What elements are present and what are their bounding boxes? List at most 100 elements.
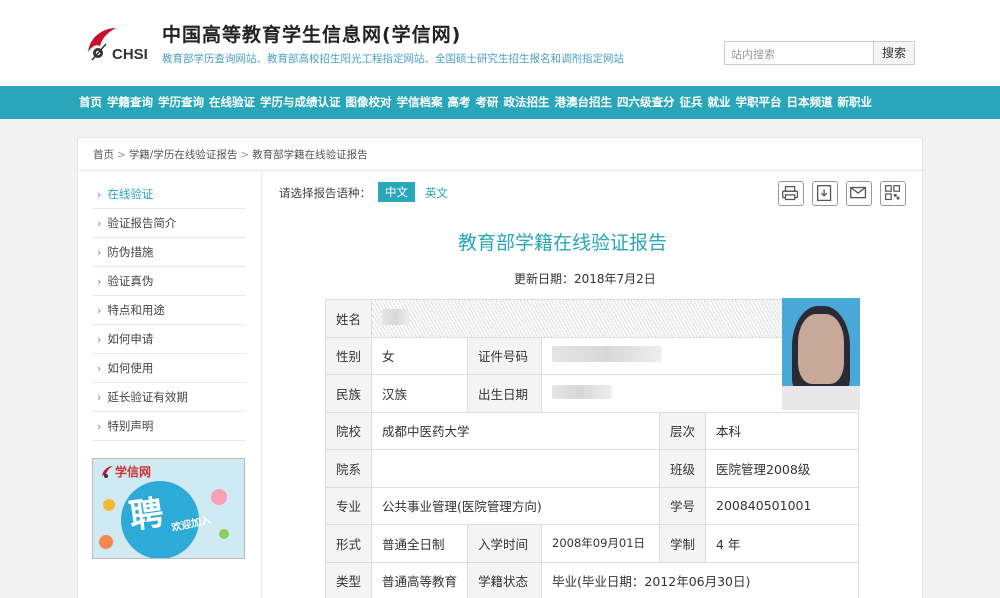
level-label: 层次 bbox=[659, 411, 706, 450]
banner-headline: 聘 bbox=[126, 492, 167, 538]
sidebar-item-label: 特别声明 bbox=[107, 419, 154, 433]
chevron-right-icon: › bbox=[97, 217, 102, 230]
nav-item[interactable]: 在线验证 bbox=[209, 86, 255, 119]
lang-label: 请选择报告语种： bbox=[279, 186, 371, 200]
sidebar-menu: › 在线验证 › 验证报告简介 › 防伪措施 › 验证真伪 › 特点和用途 › 如何申请 › 如何使用 › 延… bbox=[92, 180, 246, 441]
dept-label: 院系 bbox=[325, 449, 372, 488]
nav-item[interactable]: 首页 bbox=[79, 86, 102, 119]
sidebar-item-label: 验证报告简介 bbox=[107, 216, 177, 230]
sidebar-item-label: 特点和用途 bbox=[107, 303, 165, 317]
student-no-label: 学号 bbox=[659, 486, 706, 525]
sidebar-item[interactable]: › 如何申请 bbox=[92, 325, 246, 354]
level-value: 本科 bbox=[705, 411, 859, 450]
nav-item[interactable]: 就业 bbox=[708, 86, 731, 119]
ethnicity-label: 民族 bbox=[325, 374, 372, 413]
major-label: 专业 bbox=[325, 486, 372, 525]
nav-item[interactable]: 四六级查分 bbox=[617, 86, 675, 119]
nav-item[interactable]: 学历查询 bbox=[158, 86, 204, 119]
print-button[interactable] bbox=[778, 181, 804, 206]
site-subtitle: 教育部学历查询网站、教育部高校招生阳光工程指定网站、全国硕士研究生招生报名和调剂… bbox=[162, 53, 624, 65]
download-icon bbox=[816, 185, 832, 202]
school-value: 成都中医药大学 bbox=[371, 411, 660, 450]
chevron-right-icon: › bbox=[97, 333, 102, 346]
lang-zh-button[interactable]: 中文 bbox=[378, 182, 415, 202]
printer-icon bbox=[782, 185, 799, 201]
type-label: 类型 bbox=[325, 561, 372, 598]
sidebar-item[interactable]: › 防伪措施 bbox=[92, 238, 246, 267]
sidebar-item[interactable]: › 在线验证 bbox=[92, 180, 246, 209]
breadcrumb: 首页 > 学籍/学历在线验证报告 > 教育部学籍在线验证报告 bbox=[93, 149, 368, 161]
birth-label: 出生日期 bbox=[467, 374, 542, 413]
photo-face bbox=[798, 314, 844, 384]
nav-item[interactable]: 港澳台招生 bbox=[555, 86, 613, 119]
nav-item[interactable]: 学职平台 bbox=[736, 86, 782, 119]
lang-en-button[interactable]: 英文 bbox=[425, 185, 448, 201]
nav-item[interactable]: 高考 bbox=[448, 86, 471, 119]
chevron-right-icon: › bbox=[97, 420, 102, 433]
mail-button[interactable] bbox=[846, 181, 872, 206]
form-label: 形式 bbox=[325, 524, 372, 563]
enroll-label: 入学时间 bbox=[467, 524, 542, 563]
duration-label: 学制 bbox=[659, 524, 706, 563]
nav-list: 首页 学籍查询 学历查询 在线验证 学历与成绩认证 图像校对 学信档案 高考 考研 政法招生 港澳台… bbox=[79, 86, 877, 119]
school-label: 院校 bbox=[325, 411, 372, 450]
logo-text: CHSI bbox=[112, 46, 148, 63]
name-label: 姓名 bbox=[325, 299, 372, 338]
breadcrumb-current: 教育部学籍在线验证报告 bbox=[252, 149, 368, 161]
search-button[interactable]: 搜索 bbox=[873, 41, 915, 65]
download-button[interactable] bbox=[812, 181, 838, 206]
search-input[interactable]: 站内搜索 bbox=[724, 41, 874, 65]
chevron-right-icon: › bbox=[97, 188, 102, 201]
divider bbox=[78, 170, 924, 171]
class-label: 班级 bbox=[659, 449, 706, 488]
student-no-value: 200840501001 bbox=[705, 486, 859, 525]
breadcrumb-report[interactable]: 学籍/学历在线验证报告 bbox=[129, 149, 238, 161]
sidebar-item[interactable]: › 特别声明 bbox=[92, 412, 246, 441]
site-header: CHSI 中国高等教育学生信息网(学信网) 教育部学历查询网站、教育部高校招生阳… bbox=[0, 0, 1000, 86]
major-value: 公共事业管理(医院管理方向) bbox=[371, 486, 660, 525]
sidebar-item-label: 如何使用 bbox=[107, 361, 154, 375]
sidebar-item[interactable]: › 验证真伪 bbox=[92, 267, 246, 296]
nav-item[interactable]: 政法招生 bbox=[504, 86, 550, 119]
sidebar-item[interactable]: › 验证报告简介 bbox=[92, 209, 246, 238]
type-value: 普通高等教育 bbox=[371, 561, 468, 598]
decor-dot bbox=[103, 499, 115, 511]
sidebar-item[interactable]: › 延长验证有效期 bbox=[92, 383, 246, 412]
status-value: 毕业(毕业日期：2012年06月30日) bbox=[541, 561, 859, 598]
nav-item[interactable]: 学信档案 bbox=[397, 86, 443, 119]
mail-icon bbox=[850, 186, 867, 199]
chsi-logo-icon bbox=[102, 466, 113, 478]
duration-value: 4 年 bbox=[705, 524, 859, 563]
nav-item[interactable]: 日本频道 bbox=[787, 86, 833, 119]
nav-item[interactable]: 考研 bbox=[476, 86, 499, 119]
student-info-table: 姓名 性别 女 证件号码 民族 汉族 出生日期 院校 成都中医药大学 层次 本科… bbox=[325, 299, 859, 598]
dept-value bbox=[371, 449, 660, 488]
main-nav: 首页 学籍查询 学历查询 在线验证 学历与成绩认证 图像校对 学信档案 高考 考研 政法招生 港澳台… bbox=[0, 86, 1000, 119]
student-photo-masked bbox=[782, 298, 860, 410]
sidebar-item[interactable]: › 特点和用途 bbox=[92, 296, 246, 325]
breadcrumb-home[interactable]: 首页 bbox=[93, 149, 114, 161]
qrcode-button[interactable] bbox=[880, 181, 906, 206]
nav-item[interactable]: 学历与成绩认证 bbox=[260, 86, 341, 119]
gender-label: 性别 bbox=[325, 336, 372, 375]
enroll-value: 2008年09月01日 bbox=[541, 524, 660, 563]
decor-dot bbox=[219, 529, 229, 539]
nav-item[interactable]: 图像校对 bbox=[346, 86, 392, 119]
chevron-right-icon: › bbox=[97, 246, 102, 259]
sidebar-item[interactable]: › 如何使用 bbox=[92, 354, 246, 383]
sidebar-item-label: 如何申请 bbox=[107, 332, 154, 346]
report-title: 教育部学籍在线验证报告 bbox=[458, 232, 668, 254]
decor-dot bbox=[211, 489, 227, 505]
chevron-right-icon: › bbox=[97, 391, 102, 404]
nav-item[interactable]: 新职业 bbox=[838, 86, 873, 119]
sidebar-item-label: 在线验证 bbox=[107, 187, 154, 201]
content-card: 首页 > 学籍/学历在线验证报告 > 教育部学籍在线验证报告 › 在线验证 › 验证报告简介 ›… bbox=[77, 137, 924, 598]
divider bbox=[261, 171, 262, 598]
photo-shirt bbox=[782, 386, 860, 410]
recruit-banner[interactable]: 学信网 聘 欢迎加入 bbox=[92, 458, 245, 559]
site-title[interactable]: 中国高等教育学生信息网(学信网) bbox=[162, 20, 461, 47]
nav-item[interactable]: 征兵 bbox=[680, 86, 703, 119]
decor-dot bbox=[99, 535, 113, 549]
status-label: 学籍状态 bbox=[467, 561, 542, 598]
nav-item[interactable]: 学籍查询 bbox=[107, 86, 153, 119]
